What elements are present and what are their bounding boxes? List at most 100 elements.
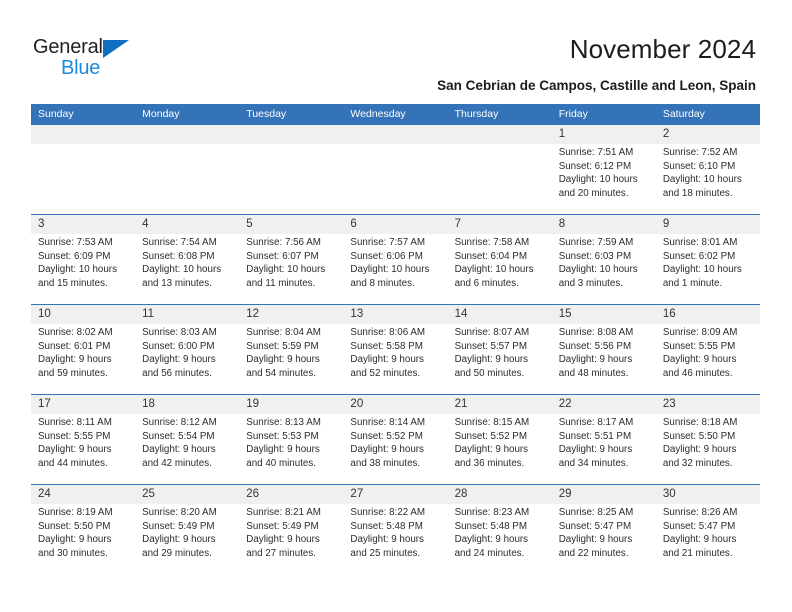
- sunrise-text: Sunrise: 8:25 AM: [558, 507, 634, 518]
- sunset-text: Sunset: 5:53 PM: [246, 430, 319, 442]
- day-number: 22: [558, 398, 572, 410]
- day-cell[interactable]: 2 Sunrise: 7:52 AM Sunset: 6:10 PM Daylight…: [656, 125, 760, 214]
- day-cell[interactable]: 24 Sunrise: 8:19 AM Sunset: 5:50 PM Dayligh…: [31, 485, 135, 574]
- day-cell[interactable]: 13 Sunrise: 8:06 AM Sunset: 5:58 PM Dayligh…: [343, 305, 447, 394]
- day-cell[interactable]: 16 Sunrise: 8:09 AM Sunset: 5:55 PM Dayligh…: [656, 305, 760, 394]
- day-number: 8: [558, 218, 566, 230]
- day-cell[interactable]: 6 Sunrise: 7:57 AM Sunset: 6:06 PM Daylight…: [343, 215, 447, 304]
- day-number: 17: [38, 398, 51, 410]
- day-cell[interactable]: 30 Sunrise: 8:26 AM Sunset: 5:47 PM Dayligh…: [656, 485, 760, 574]
- day-details: Sunrise: 8:06 AM Sunset: 5:58 PM Daylight:…: [350, 326, 440, 380]
- sunrise-text: Sunrise: 7:53 AM: [38, 237, 113, 248]
- sunset-text: Sunset: 5:50 PM: [662, 430, 736, 442]
- day-cell[interactable]: 17 Sunrise: 8:11 AM Sunset: 5:55 PM Dayligh…: [31, 395, 135, 484]
- sunrise-text: Sunrise: 8:04 AM: [246, 327, 321, 338]
- sunset-text: Sunset: 5:47 PM: [662, 520, 736, 532]
- day-cell[interactable]: 12 Sunrise: 8:04 AM Sunset: 5:59 PM Dayligh…: [239, 305, 343, 394]
- sunrise-text: Sunrise: 8:20 AM: [142, 507, 217, 518]
- day-cell[interactable]: 26 Sunrise: 8:21 AM Sunset: 5:49 PM Dayligh…: [239, 485, 343, 574]
- daylight-text: and 52 minutes.: [350, 367, 421, 379]
- empty-day-cell: [239, 125, 343, 214]
- day-cell[interactable]: 27 Sunrise: 8:22 AM Sunset: 5:48 PM Dayligh…: [343, 485, 447, 574]
- daylight-text: and 46 minutes.: [662, 367, 733, 379]
- sunrise-text: Sunrise: 8:12 AM: [142, 417, 217, 428]
- empty-day-cell: [31, 125, 135, 214]
- day-cell[interactable]: 20 Sunrise: 8:14 AM Sunset: 5:52 PM Dayligh…: [343, 395, 447, 484]
- day-number: 19: [246, 398, 260, 410]
- daylight-text: Daylight: 9 hours: [350, 354, 424, 366]
- sunrise-text: Sunrise: 8:11 AM: [38, 417, 112, 428]
- sunset-text: Sunset: 5:47 PM: [558, 520, 632, 532]
- day-cell[interactable]: 8 Sunrise: 7:59 AM Sunset: 6:03 PM Daylight…: [552, 215, 656, 304]
- daylight-text: Daylight: 9 hours: [350, 444, 424, 456]
- sunset-text: Sunset: 6:01 PM: [38, 340, 111, 352]
- day-cell[interactable]: 3 Sunrise: 7:53 AM Sunset: 6:09 PM Daylight…: [31, 215, 135, 304]
- day-number: 25: [142, 488, 155, 500]
- day-cell[interactable]: 18 Sunrise: 8:12 AM Sunset: 5:54 PM Dayligh…: [135, 395, 239, 484]
- day-number: [455, 125, 545, 144]
- daylight-text: and 3 minutes.: [558, 277, 623, 289]
- sunrise-text: Sunrise: 8:18 AM: [662, 417, 738, 428]
- daylight-text: Daylight: 9 hours: [142, 354, 216, 366]
- daylight-text: Daylight: 9 hours: [246, 354, 320, 366]
- daylight-text: and 8 minutes.: [350, 277, 415, 289]
- sunset-text: Sunset: 5:57 PM: [454, 340, 527, 352]
- day-details: Sunrise: 8:20 AM Sunset: 5:49 PM Daylight:…: [142, 506, 232, 560]
- day-cell[interactable]: 14 Sunrise: 8:07 AM Sunset: 5:57 PM Dayligh…: [448, 305, 552, 394]
- daylight-text: and 6 minutes.: [454, 277, 519, 289]
- calendar-weeks: 1 Sunrise: 7:51 AM Sunset: 6:12 PM Daylight…: [31, 125, 760, 574]
- week-cells: 17 Sunrise: 8:11 AM Sunset: 5:55 PM Dayligh…: [31, 395, 760, 484]
- daylight-text: Daylight: 9 hours: [454, 354, 529, 366]
- day-number: 1: [558, 128, 566, 140]
- sunrise-text: Sunrise: 8:19 AM: [38, 507, 113, 518]
- day-cell[interactable]: 15 Sunrise: 8:08 AM Sunset: 5:56 PM Dayligh…: [552, 305, 656, 394]
- day-cell[interactable]: 22 Sunrise: 8:17 AM Sunset: 5:51 PM Dayligh…: [552, 395, 656, 484]
- weekday-header-saturday: Saturday: [662, 108, 705, 120]
- day-details: Sunrise: 7:54 AM Sunset: 6:08 PM Daylight:…: [142, 236, 232, 290]
- day-number: 12: [246, 308, 260, 320]
- day-cell[interactable]: 29 Sunrise: 8:25 AM Sunset: 5:47 PM Dayligh…: [552, 485, 656, 574]
- day-cell[interactable]: 1 Sunrise: 7:51 AM Sunset: 6:12 PM Daylight…: [552, 125, 656, 214]
- day-details: Sunrise: 8:15 AM Sunset: 5:52 PM Daylight:…: [455, 416, 545, 470]
- sunset-text: Sunset: 6:10 PM: [662, 160, 736, 172]
- daylight-text: and 32 minutes.: [662, 457, 733, 469]
- day-number: 26: [246, 488, 260, 500]
- day-details: Sunrise: 8:02 AM Sunset: 6:01 PM Daylight:…: [38, 326, 128, 380]
- day-cell[interactable]: 19 Sunrise: 8:13 AM Sunset: 5:53 PM Dayligh…: [239, 395, 343, 484]
- daylight-text: Daylight: 9 hours: [38, 534, 112, 546]
- day-details: Sunrise: 8:19 AM Sunset: 5:50 PM Daylight:…: [38, 506, 128, 560]
- day-cell[interactable]: 4 Sunrise: 7:54 AM Sunset: 6:08 PM Daylight…: [135, 215, 239, 304]
- day-details: Sunrise: 8:01 AM Sunset: 6:02 PM Daylight:…: [663, 236, 753, 290]
- daylight-text: Daylight: 9 hours: [246, 534, 320, 546]
- daylight-text: Daylight: 9 hours: [662, 444, 737, 456]
- daylight-text: Daylight: 9 hours: [662, 534, 737, 546]
- daylight-text: Daylight: 10 hours: [662, 264, 742, 276]
- daylight-text: and 56 minutes.: [142, 367, 212, 379]
- sunset-text: Sunset: 6:12 PM: [558, 160, 632, 172]
- day-cell[interactable]: 5 Sunrise: 7:56 AM Sunset: 6:07 PM Daylight…: [239, 215, 343, 304]
- daylight-text: and 11 minutes.: [246, 277, 316, 289]
- day-cell[interactable]: 7 Sunrise: 7:58 AM Sunset: 6:04 PM Daylight…: [448, 215, 552, 304]
- daylight-text: and 25 minutes.: [350, 547, 421, 559]
- sunset-text: Sunset: 5:50 PM: [38, 520, 111, 532]
- day-cell[interactable]: 23 Sunrise: 8:18 AM Sunset: 5:50 PM Dayligh…: [656, 395, 760, 484]
- empty-day-cell: [135, 125, 239, 214]
- day-cell[interactable]: 11 Sunrise: 8:03 AM Sunset: 6:00 PM Dayligh…: [135, 305, 239, 394]
- day-details: Sunrise: 8:03 AM Sunset: 6:00 PM Daylight:…: [142, 326, 232, 380]
- daylight-text: Daylight: 9 hours: [454, 534, 529, 546]
- day-cell[interactable]: 28 Sunrise: 8:23 AM Sunset: 5:48 PM Dayligh…: [448, 485, 552, 574]
- day-cell[interactable]: 10 Sunrise: 8:02 AM Sunset: 6:01 PM Dayligh…: [31, 305, 135, 394]
- day-cell[interactable]: 9 Sunrise: 8:01 AM Sunset: 6:02 PM Daylight…: [656, 215, 760, 304]
- day-cell[interactable]: 25 Sunrise: 8:20 AM Sunset: 5:49 PM Dayligh…: [135, 485, 239, 574]
- day-cell[interactable]: 21 Sunrise: 8:15 AM Sunset: 5:52 PM Dayligh…: [448, 395, 552, 484]
- daylight-text: Daylight: 9 hours: [142, 444, 216, 456]
- sunrise-text: Sunrise: 8:03 AM: [142, 327, 217, 338]
- sunset-text: Sunset: 6:00 PM: [142, 340, 215, 352]
- sunset-text: Sunset: 6:07 PM: [246, 250, 319, 262]
- day-number: 16: [662, 308, 676, 320]
- daylight-text: and 1 minute.: [662, 277, 723, 289]
- day-number: 10: [38, 308, 51, 320]
- general-blue-logo[interactable]: General Blue: [33, 36, 163, 84]
- day-number: 3: [38, 218, 45, 230]
- sunrise-text: Sunrise: 8:26 AM: [662, 507, 738, 518]
